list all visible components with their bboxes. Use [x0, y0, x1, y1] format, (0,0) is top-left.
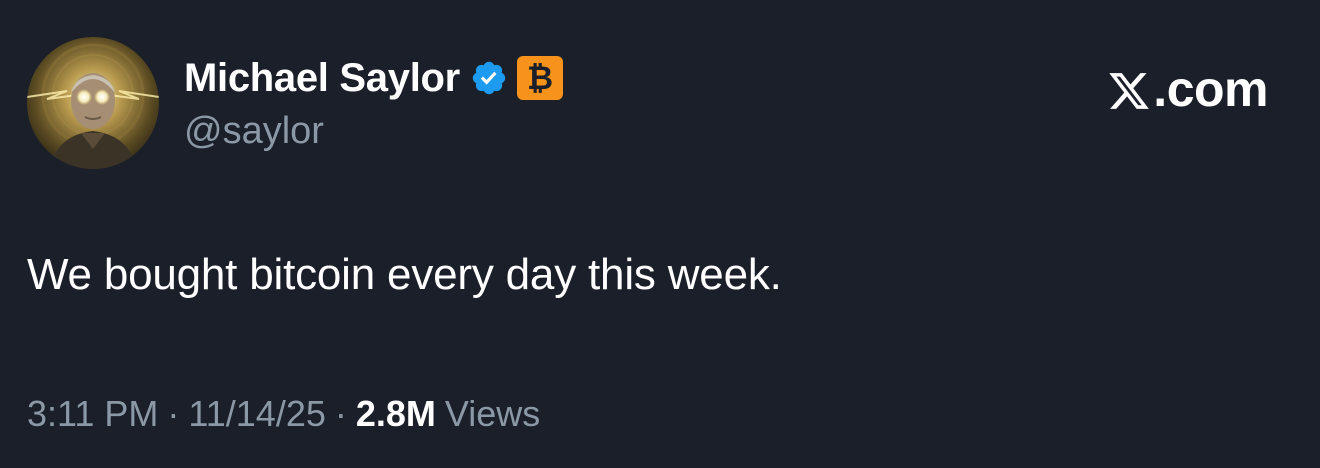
post-date[interactable]: 11/14/25 [188, 393, 325, 435]
bitcoin-icon[interactable]: ₿ [516, 55, 564, 101]
post-text: We bought bitcoin every day this week. [27, 250, 782, 299]
post-meta: 3:11 PM · 11/14/25 · 2.8M Views [27, 393, 540, 435]
post-card: Michael Saylor ₿ @saylor .com We bought … [0, 0, 1320, 468]
meta-separator: · [167, 393, 180, 434]
views-count[interactable]: 2.8M [356, 393, 436, 435]
views-label: Views [444, 393, 541, 434]
author-name-row: Michael Saylor ₿ [184, 52, 564, 104]
site-logo: .com [1107, 61, 1268, 117]
svg-text:₿: ₿ [527, 59, 553, 97]
avatar[interactable] [27, 37, 159, 169]
site-logo-text: .com [1153, 61, 1268, 117]
author-display-name[interactable]: Michael Saylor [184, 56, 460, 101]
author-handle[interactable]: @saylor [184, 110, 324, 153]
post-time[interactable]: 3:11 PM [27, 393, 158, 435]
x-logo-icon [1107, 67, 1151, 111]
profile-avatar-image [27, 37, 159, 169]
meta-separator: · [334, 393, 347, 434]
verified-badge-icon[interactable] [470, 59, 508, 97]
